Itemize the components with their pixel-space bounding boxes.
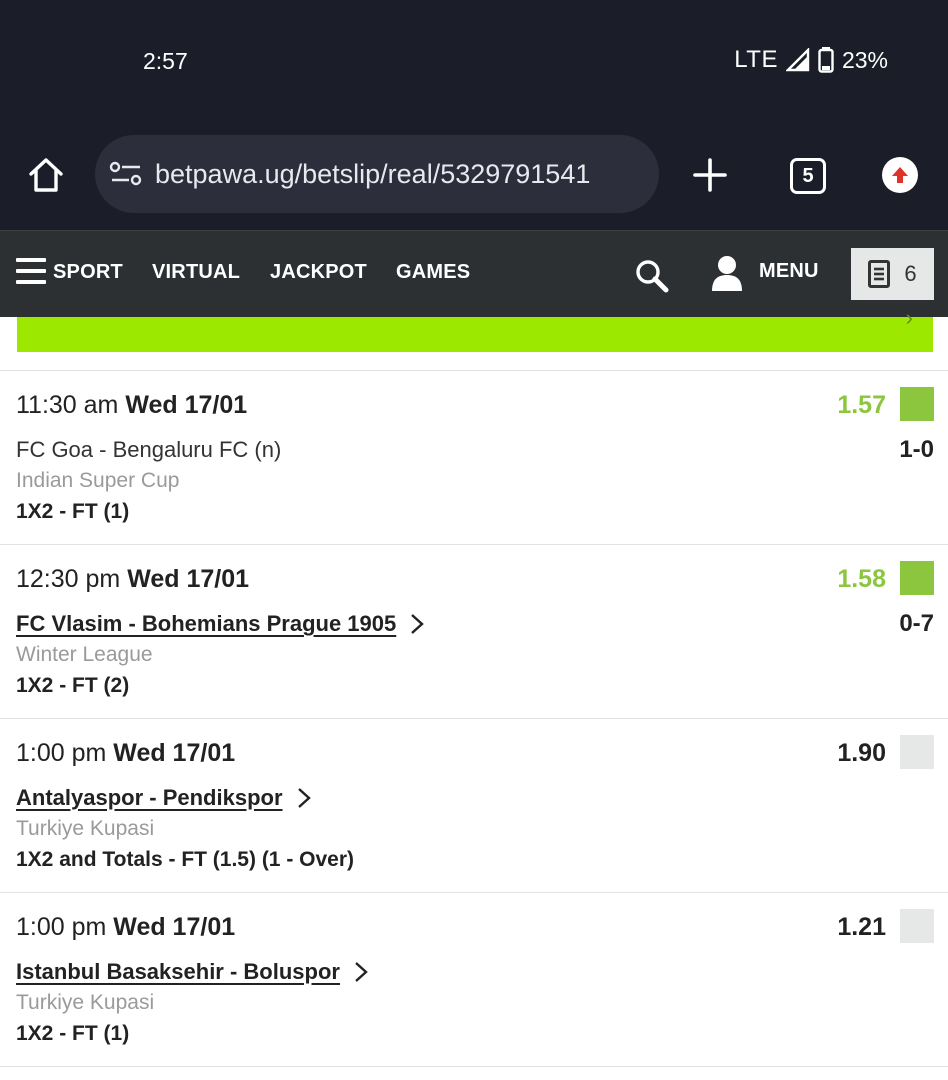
site-settings-icon[interactable] [109, 160, 143, 188]
new-tab-icon[interactable] [690, 155, 730, 195]
bet-row: 1:00 pm Wed 17/01 1.90 Antalyaspor - Pen… [0, 719, 948, 893]
match-score: 1-0 [899, 436, 934, 463]
hamburger-icon[interactable] [16, 258, 46, 288]
chevron-right-icon [297, 788, 311, 808]
bet-datetime: 11:30 am Wed 17/01 [16, 391, 248, 419]
bet-row: 1:00 pm Wed 17/01 1.21 Istanbul Basakseh… [0, 893, 948, 1067]
site-nav: SPORT VIRTUAL JACKPOT GAMES MENU 6 [0, 230, 948, 317]
match-name[interactable]: Antalyaspor - Pendikspor [16, 785, 283, 811]
betslip-icon [868, 260, 891, 288]
signal-icon [785, 48, 810, 72]
league-name: Indian Super Cup [16, 469, 180, 492]
update-icon[interactable] [882, 157, 918, 193]
pending-status-indicator [900, 909, 934, 943]
browser-toolbar: betpawa.ug/betslip/real/5329791541 5 [0, 125, 948, 230]
network-type: LTE [734, 46, 778, 73]
bet-datetime: 1:00 pm Wed 17/01 [16, 913, 236, 941]
bet-market: 1X2 - FT (2) [16, 674, 130, 697]
won-status-indicator [900, 561, 934, 595]
status-time: 2:57 [143, 48, 188, 74]
betslip-count: 6 [904, 261, 917, 286]
pending-status-indicator [900, 735, 934, 769]
battery-level: 23% [841, 46, 888, 73]
bet-list: 11:30 am Wed 17/01 1.57 FC Goa - Bengalu… [0, 370, 948, 1067]
match-name[interactable]: Istanbul Basaksehir - Boluspor [16, 959, 340, 985]
address-bar[interactable]: betpawa.ug/betslip/real/5329791541 [95, 135, 659, 213]
search-icon[interactable] [634, 258, 670, 294]
betslip-button[interactable]: 6 [851, 248, 934, 300]
league-name: Winter League [16, 643, 153, 666]
league-name: Turkiye Kupasi [16, 817, 155, 840]
nav-virtual[interactable]: VIRTUAL [152, 261, 240, 284]
match-link[interactable]: Antalyaspor - Pendikspor [16, 785, 311, 811]
match-link[interactable]: FC Vlasim - Bohemians Prague 1905 [16, 611, 425, 637]
match-score: 0-7 [899, 610, 934, 637]
nav-sport[interactable]: SPORT [53, 261, 123, 284]
arrow-up-icon [892, 167, 908, 183]
bet-datetime: 1:00 pm Wed 17/01 [16, 739, 236, 767]
bet-odds: 1.57 [837, 391, 886, 419]
match-name: FC Goa - Bengaluru FC (n) [16, 437, 282, 462]
chevron-right-icon: › [905, 305, 913, 330]
chevron-right-icon [411, 614, 425, 634]
nav-jackpot[interactable]: JACKPOT [270, 261, 367, 284]
bet-market: 1X2 - FT (1) [16, 1022, 130, 1045]
league-name: Turkiye Kupasi [16, 991, 155, 1014]
bet-odds: 1.58 [837, 565, 886, 593]
bet-odds: 1.21 [837, 913, 886, 941]
chevron-right-icon [355, 962, 368, 982]
nav-games[interactable]: GAMES [396, 261, 470, 284]
tab-switcher-button[interactable]: 5 [790, 158, 826, 194]
match-name[interactable]: FC Vlasim - Bohemians Prague 1905 [16, 611, 396, 637]
status-bar: 2:57 LTE 23% [0, 0, 948, 125]
user-icon[interactable] [710, 253, 744, 293]
home-icon[interactable] [26, 155, 66, 195]
bet-market: 1X2 and Totals - FT (1.5) (1 - Over) [16, 848, 355, 871]
battery-icon [818, 47, 834, 73]
bet-market: 1X2 - FT (1) [16, 500, 130, 523]
match-link[interactable]: Istanbul Basaksehir - Boluspor [16, 959, 368, 985]
url-text: betpawa.ug/betslip/real/5329791541 [155, 158, 591, 189]
won-status-indicator [900, 387, 934, 421]
bet-row: 11:30 am Wed 17/01 1.57 FC Goa - Bengalu… [0, 371, 948, 545]
status-banner[interactable]: › [17, 305, 933, 352]
bet-datetime: 12:30 pm Wed 17/01 [16, 565, 250, 593]
menu-link[interactable]: MENU [759, 260, 819, 283]
status-indicators: LTE 23% [734, 46, 888, 74]
bet-row: 12:30 pm Wed 17/01 1.58 FC Vlasim - Bohe… [0, 545, 948, 719]
bet-odds: 1.90 [837, 739, 886, 767]
